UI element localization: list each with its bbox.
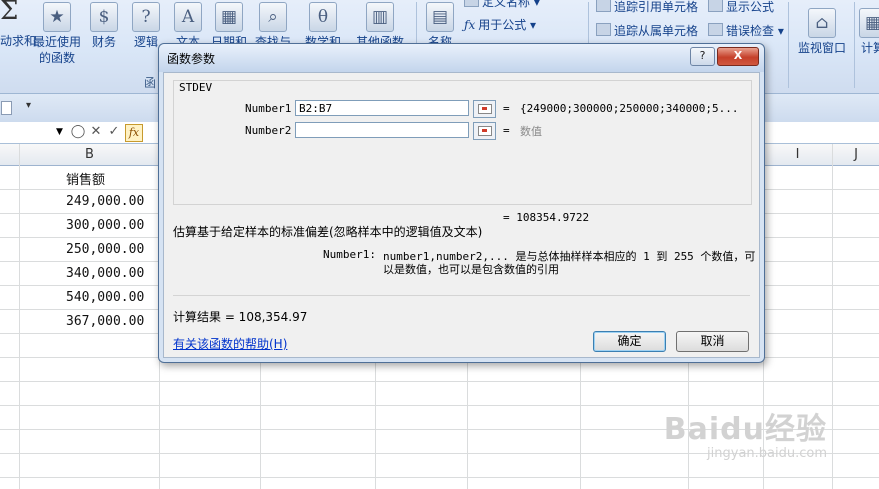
number2-input[interactable] (295, 122, 469, 138)
number2-result: 数值 (520, 125, 542, 138)
divider (173, 295, 750, 296)
recent-functions-button[interactable]: ★ 最近使用 的函数 (30, 0, 84, 66)
logical-icon: ? (132, 2, 160, 32)
arg-equals: = (503, 124, 510, 137)
trace-precedents-button[interactable]: 追踪引用单元格 (596, 0, 698, 15)
ribbon-separator (854, 2, 855, 88)
name-manager-icon: ▤ (426, 2, 454, 32)
function-library-group-label: 函 (144, 76, 157, 90)
define-name-icon (464, 0, 479, 7)
name-box-dropdown-icon[interactable]: ▼ (56, 127, 63, 137)
number1-result: {249000;300000;250000;340000;5... (520, 102, 739, 115)
insert-function-icon[interactable]: fx (125, 124, 143, 142)
logical-button[interactable]: ? 逻辑 (128, 0, 164, 50)
arg-equals: = (503, 102, 510, 115)
number1-input[interactable]: B2:B7 (295, 100, 469, 116)
function-arguments-dialog: 函数参数 ? X STDEV Number1 B2:B7 = {249000;3… (158, 43, 765, 363)
grid-line (19, 144, 20, 489)
function-description: 估算基于给定样本的标准偏差(忽略样本中的逻辑值及文本) (173, 225, 483, 239)
show-formulas-icon (708, 0, 723, 12)
cancel-entry-icon[interactable]: ✕ (88, 124, 104, 140)
show-formulas-button[interactable]: 显示公式 (708, 0, 774, 15)
dialog-titlebar[interactable]: 函数参数 ? X (159, 44, 764, 72)
column-header-i[interactable]: I (763, 144, 833, 166)
trace-dependents-icon (596, 23, 611, 36)
use-in-formula-button[interactable]: ƒx 用于公式 ▾ (464, 17, 536, 33)
trace-precedents-icon (596, 0, 611, 12)
watermark-url: jingyan.baidu.com (707, 446, 827, 461)
close-icon[interactable]: X (717, 47, 759, 66)
calculate-button[interactable]: ▦ 计算 (858, 6, 879, 56)
error-checking-button[interactable]: 错误检查 ▾ (708, 23, 784, 39)
qat-customize-icon[interactable]: ▾ (26, 100, 31, 111)
calculate-icon: ▦ (859, 8, 879, 38)
recent-functions-icon: ★ (43, 2, 71, 32)
collapse-dialog-icon[interactable] (473, 100, 496, 118)
column-header-a[interactable] (0, 144, 20, 166)
fx-small-icon: ƒx (464, 18, 476, 32)
arg-label-number1: Number1 (245, 102, 292, 115)
baidu-watermark: Baidu经验 jingyan.baidu.com (664, 404, 827, 461)
lookup-icon: ⌕ (259, 2, 287, 32)
sales-value-cell[interactable]: 367,000.00 (66, 314, 144, 329)
formula-result-inline: = 108354.9722 (503, 211, 590, 224)
collapse-dialog-icon[interactable] (473, 122, 496, 140)
watch-window-icon: ⌂ (808, 8, 836, 38)
autosum-icon[interactable]: Σ (0, 0, 18, 26)
trace-dependents-button[interactable]: 追踪从属单元格 (596, 23, 698, 39)
watch-window-button[interactable]: ⌂ 监视窗口 (794, 6, 850, 56)
column-header-b[interactable]: B (20, 144, 160, 166)
sales-value-cell[interactable]: 250,000.00 (66, 242, 144, 257)
dialog-title: 函数参数 (167, 52, 216, 66)
arg-label-number2: Number2 (245, 124, 292, 137)
sales-value-cell[interactable]: 249,000.00 (66, 194, 144, 209)
ribbon-separator (788, 2, 789, 88)
datetime-icon: ▦ (215, 2, 243, 32)
finance-button[interactable]: $ 财务 (86, 0, 122, 50)
scroll-handle-icon: ◯ (70, 124, 86, 139)
new-document-icon[interactable] (1, 101, 12, 115)
dialog-body: STDEV Number1 B2:B7 = {249000;300000;250… (163, 72, 760, 358)
function-name: STDEV (179, 81, 213, 94)
math-icon: θ (309, 2, 337, 32)
cancel-button[interactable]: 取消 (676, 331, 749, 352)
define-name-button[interactable]: 定义名称 ▾ (464, 0, 540, 10)
arguments-frame (173, 80, 752, 205)
arg-help-line2: 以是数值，也可以是包含数值的引用 (383, 263, 559, 276)
arg-help-label: Number1: (323, 248, 376, 261)
text-icon: A (174, 2, 202, 32)
sales-value-cell[interactable]: 300,000.00 (66, 218, 144, 233)
sales-value-cell[interactable]: 540,000.00 (66, 290, 144, 305)
sales-value-cell[interactable]: 340,000.00 (66, 266, 144, 281)
finance-icon: $ (90, 2, 118, 32)
more-functions-icon: ▥ (366, 2, 394, 32)
calc-result: 计算结果 = 108,354.97 (173, 310, 308, 324)
watermark-brand: Baidu经验 (663, 412, 827, 447)
grid-line (832, 144, 833, 489)
sales-header-cell[interactable]: 销售额 (66, 169, 105, 188)
ok-button[interactable]: 确定 (593, 331, 666, 352)
function-help-link[interactable]: 有关该函数的帮助(H) (173, 335, 287, 352)
error-checking-icon (708, 23, 723, 36)
help-title-button[interactable]: ? (690, 47, 715, 66)
enter-entry-icon[interactable]: ✓ (106, 124, 122, 140)
column-header-j[interactable]: J (833, 144, 879, 166)
